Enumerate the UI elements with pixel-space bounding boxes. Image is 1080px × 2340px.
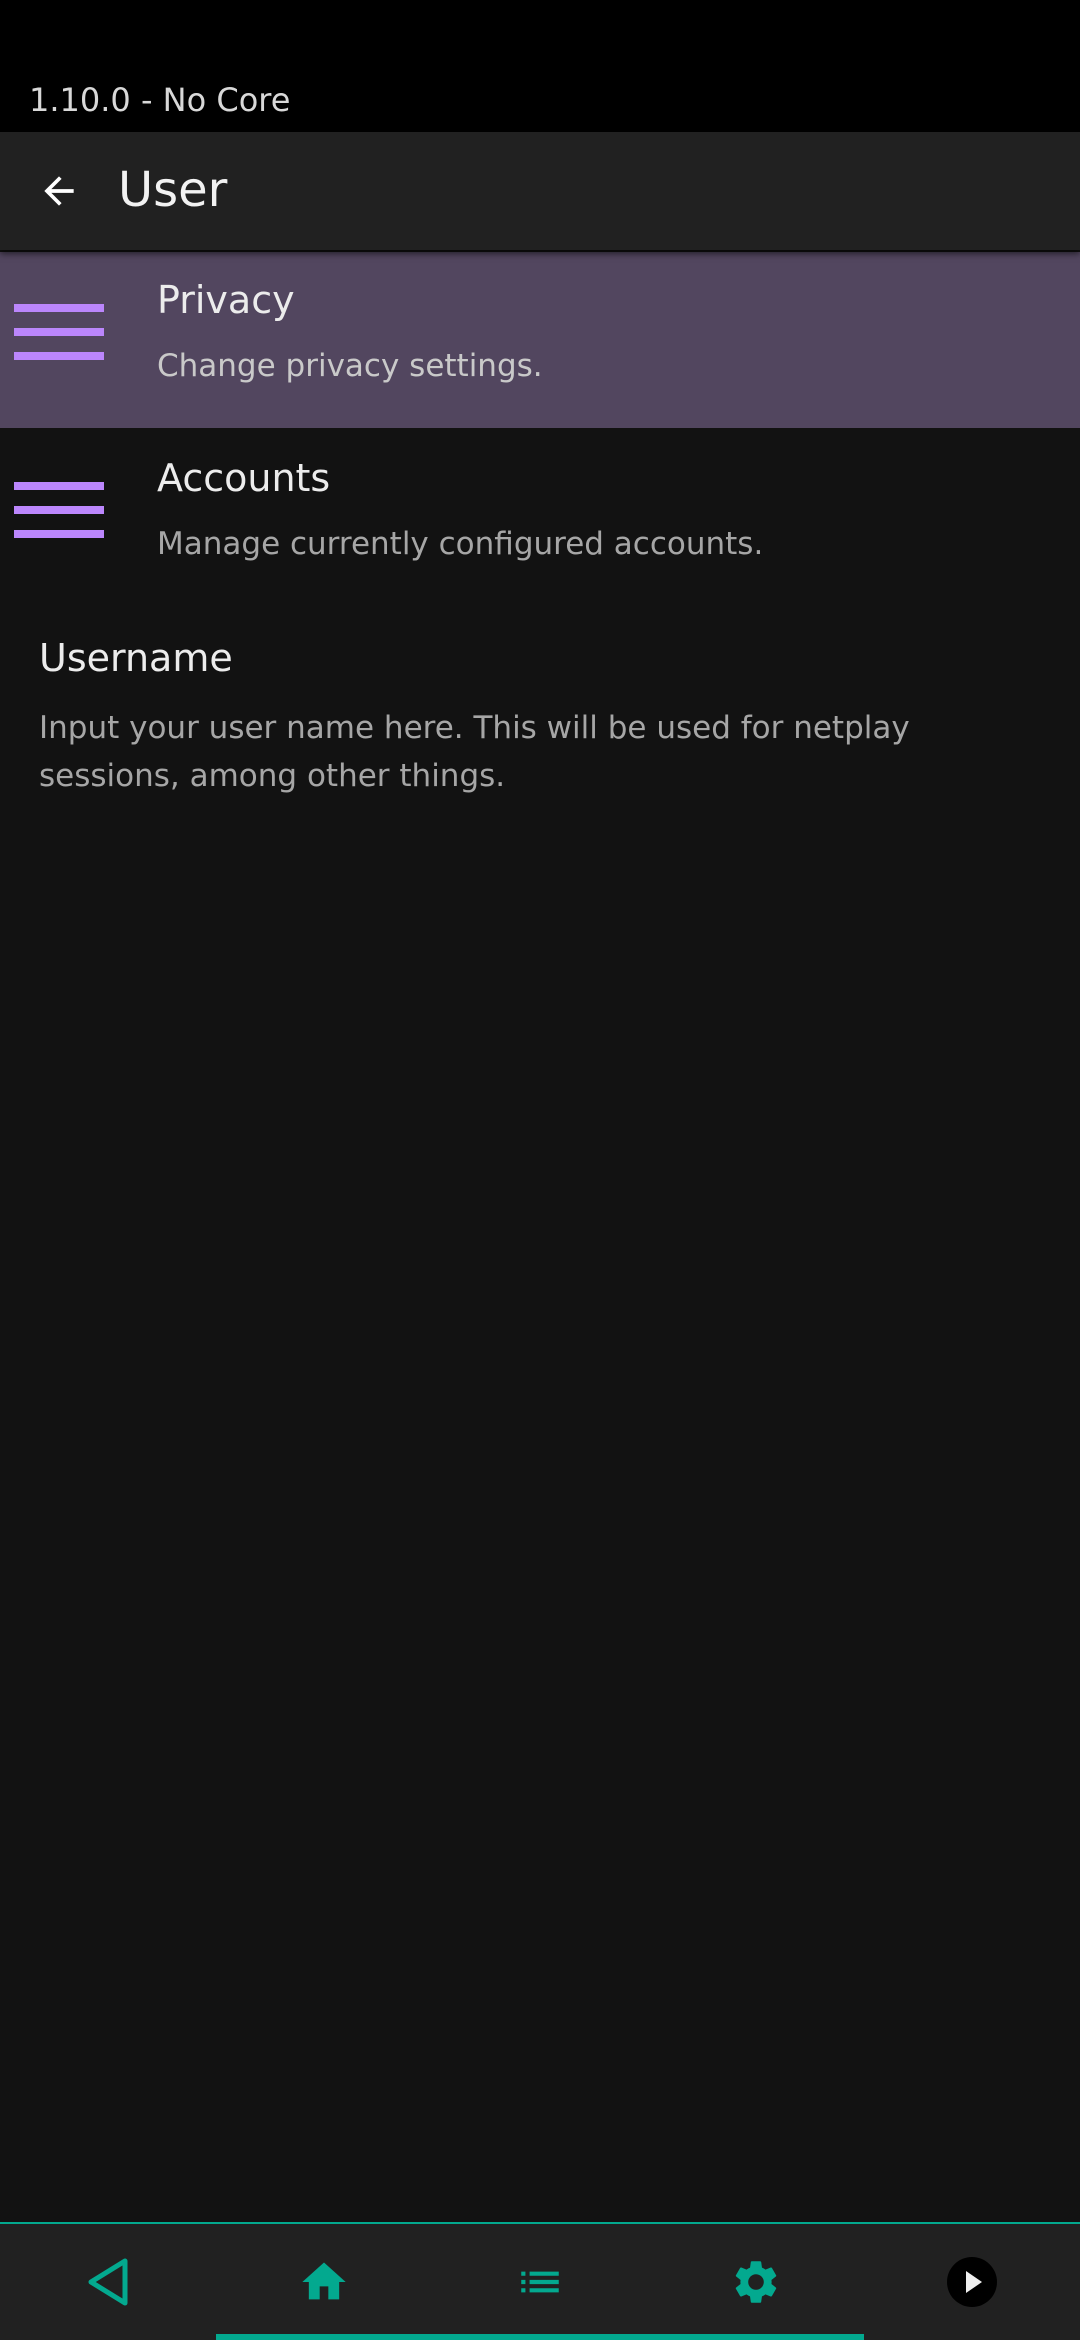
home-icon xyxy=(302,2262,346,2300)
app-root: 1.10.0 - No Core User Privacy Change pri… xyxy=(0,0,1080,2340)
nav-run-button[interactable] xyxy=(864,2224,1080,2340)
menu-item-privacy[interactable]: Privacy Change privacy settings. xyxy=(0,252,1080,428)
menu-item-subtitle: Manage currently configured accounts. xyxy=(157,526,764,562)
setting-description: Input your user name here. This will be … xyxy=(39,709,910,794)
nav-list-button[interactable] xyxy=(432,2224,648,2340)
arrow-left-icon xyxy=(44,176,74,206)
menu-lines-icon xyxy=(14,304,104,374)
nav-back-button[interactable] xyxy=(0,2224,216,2340)
play-circle-icon xyxy=(947,2257,997,2307)
setting-title: Username xyxy=(39,636,233,680)
menu-lines-icon xyxy=(14,482,104,552)
setting-username[interactable]: Username Input your user name here. This… xyxy=(39,636,1039,800)
list-icon xyxy=(521,2271,559,2293)
menu-item-accounts[interactable]: Accounts Manage currently configured acc… xyxy=(0,430,1080,606)
bottom-navigation xyxy=(0,2222,1080,2340)
nav-selection-indicator xyxy=(216,2334,864,2340)
menu-item-title: Accounts xyxy=(157,456,331,500)
back-button[interactable] xyxy=(22,154,96,228)
back-triangle-icon xyxy=(88,2258,128,2306)
version-label: 1.10.0 - No Core xyxy=(29,81,291,119)
status-bar: 1.10.0 - No Core xyxy=(0,0,1080,132)
menu-item-subtitle: Change privacy settings. xyxy=(157,348,543,384)
gear-icon xyxy=(735,2261,777,2303)
menu-item-title: Privacy xyxy=(157,278,295,322)
page-title: User xyxy=(118,162,228,218)
nav-settings-button[interactable] xyxy=(648,2224,864,2340)
nav-home-button[interactable] xyxy=(216,2224,432,2340)
app-header: User xyxy=(0,132,1080,250)
